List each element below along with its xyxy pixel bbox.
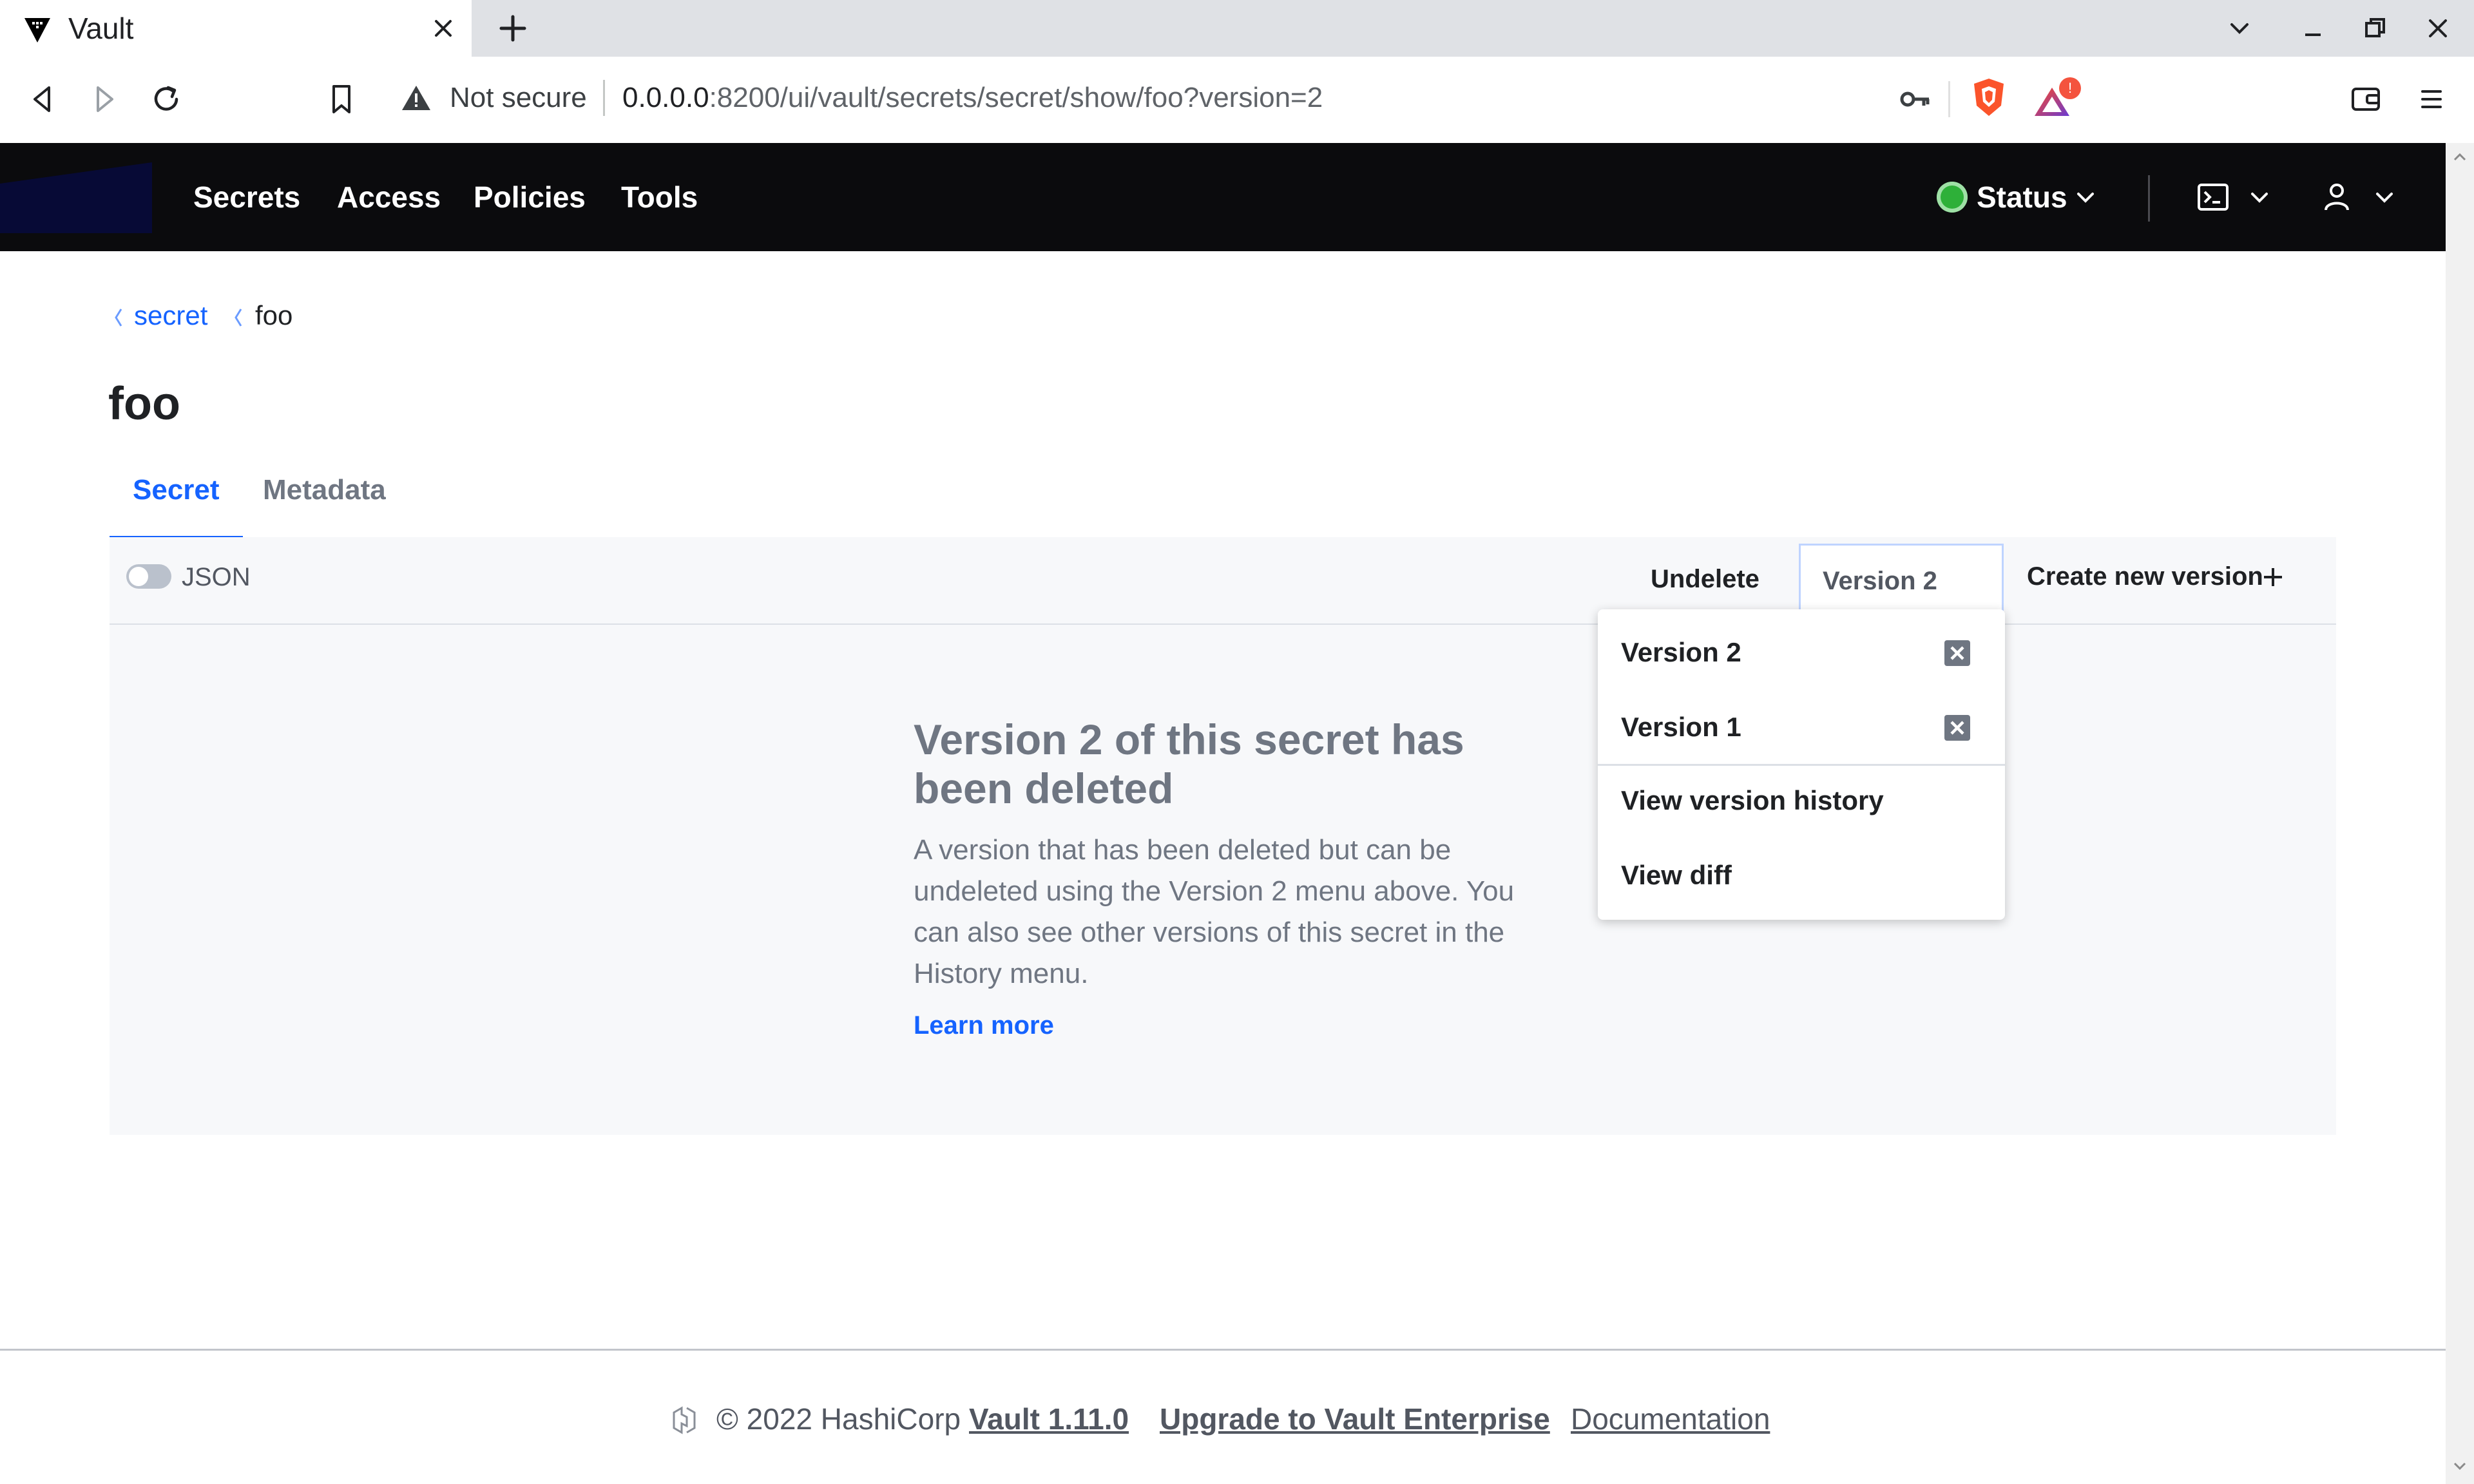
nav-policies[interactable]: Policies [474,176,586,218]
version-menu-label: Version 2 [1621,637,1741,667]
forward-icon[interactable] [86,81,122,117]
view-diff-item[interactable]: View diff [1598,839,2005,912]
scroll-up-icon[interactable] [2451,148,2469,166]
reload-icon[interactable] [148,81,184,117]
not-secure-label[interactable]: Not secure [450,79,587,117]
view-diff-label: View diff [1621,860,1732,890]
restore-window-icon[interactable] [2361,14,2389,43]
tab-title: Vault [68,12,134,45]
new-tab-icon[interactable] [497,13,528,44]
tab-secret[interactable]: Secret [110,461,243,540]
hashicorp-logo-icon [673,1406,696,1434]
user-chevron-down-icon[interactable] [2373,187,2395,209]
browser-tab[interactable]: Vault [0,0,472,57]
status-label: Status [1977,180,2067,214]
breadcrumb-chevron-icon [115,309,122,327]
browser-toolbar: Not secure 0.0.0.0:8200/ui/vault/secrets… [0,57,2474,144]
toggle-knob [129,567,148,586]
brave-shields-icon[interactable] [1971,77,2006,117]
close-box-icon [1944,715,1970,741]
user-icon[interactable] [2322,182,2352,211]
json-toggle[interactable] [126,564,171,589]
status-chevron-down-icon[interactable] [2075,187,2096,209]
footer-divider [0,1349,2446,1351]
close-window-icon[interactable] [2424,14,2452,43]
scroll-down-icon[interactable] [2451,1457,2469,1475]
wallet-icon[interactable] [2348,81,2384,117]
page-scrollbar[interactable] [2446,143,2474,1484]
secret-tabs: Secret Metadata [110,461,2336,540]
empty-state-title: Version 2 of this secret has been delete… [914,716,1464,812]
bookmark-icon[interactable] [323,81,360,117]
breadcrumb-chevron-icon [235,309,242,327]
console-chevron-down-icon[interactable] [2249,187,2270,209]
breadcrumb-secret-link[interactable]: secret [134,298,207,334]
minimize-window-icon[interactable] [2299,14,2327,43]
status-ok-icon [1937,182,1968,213]
footer-documentation-link[interactable]: Documentation [1571,1396,1770,1441]
nav-tools[interactable]: Tools [621,176,698,218]
warning-icon[interactable] [401,84,432,112]
plus-icon[interactable] [2261,566,2285,589]
menu-icon[interactable] [2413,81,2450,117]
footer-upgrade-link[interactable]: Upgrade to Vault Enterprise [1160,1396,1550,1441]
version-dropdown-label: Version 2 [1823,567,1937,595]
vault-logo[interactable] [0,162,152,233]
version-menu-item[interactable]: Version 1 [1598,690,2005,764]
view-version-history-item[interactable]: View version history [1598,764,2005,837]
header-divider [2148,175,2150,222]
app-header: Secrets Access Policies Tools Status [0,143,2446,251]
nav-secrets[interactable]: Secrets [193,176,300,218]
omnibox-separator [1948,81,1950,117]
page-title: foo [108,378,180,430]
console-icon[interactable] [2197,183,2229,211]
url-text[interactable]: 0.0.0.0:8200/ui/vault/secrets/secret/sho… [622,79,1323,117]
learn-more-link[interactable]: Learn more [914,1007,1054,1043]
close-tab-icon[interactable] [430,15,456,41]
empty-state-body: A version that has been deleted but can … [914,834,1515,989]
nav-access[interactable]: Access [337,176,441,218]
back-icon[interactable] [24,81,61,117]
footer-version-link[interactable]: Vault 1.11.0 [969,1396,1129,1441]
close-box-icon [1944,640,1970,666]
create-new-version-button[interactable]: Create new version [2027,558,2263,595]
address-bar[interactable]: Not secure 0.0.0.0:8200/ui/vault/secrets… [384,66,2090,130]
version-menu: Version 2 Version 1 View version history… [1598,609,2005,920]
password-key-icon[interactable] [1899,85,1932,113]
brave-rewards-button[interactable]: ! [2033,77,2081,119]
url-host: 0.0.0.0 [622,82,709,113]
tab-metadata[interactable]: Metadata [240,461,409,536]
version-menu-item[interactable]: Version 2 [1598,616,2005,689]
undelete-button[interactable]: Undelete [1651,560,1760,598]
footer-copyright: © 2022 HashiCorp [716,1402,961,1436]
tab-search-chevron-icon[interactable] [2225,14,2254,43]
browser-tab-strip: Vault [0,0,2474,57]
vault-favicon-icon [24,18,50,43]
version-menu-label: Version 1 [1621,712,1741,742]
json-toggle-label[interactable]: JSON [182,559,251,595]
view-version-history-label: View version history [1621,785,1884,815]
rewards-badge: ! [2059,77,2081,99]
url-path: :8200/ui/vault/secrets/secret/show/foo?v… [709,82,1323,113]
breadcrumb-current: foo [255,300,293,330]
omnibox-divider [603,80,605,116]
